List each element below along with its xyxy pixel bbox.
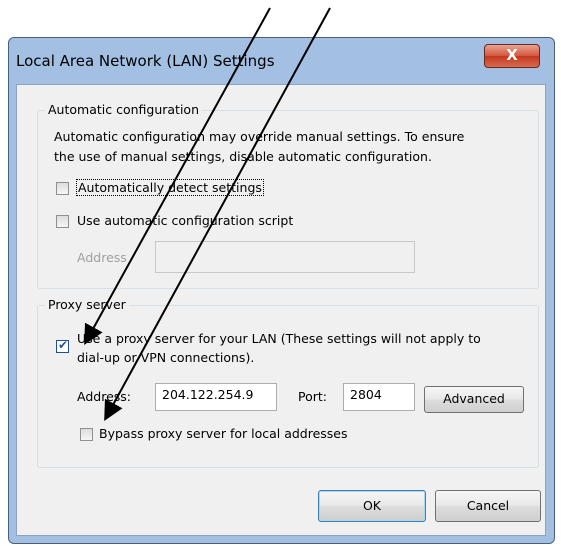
arrow-to-bypass: [104, 7, 331, 422]
arrow-to-use-proxy: [84, 7, 271, 346]
annotation-arrows: [84, 7, 331, 422]
